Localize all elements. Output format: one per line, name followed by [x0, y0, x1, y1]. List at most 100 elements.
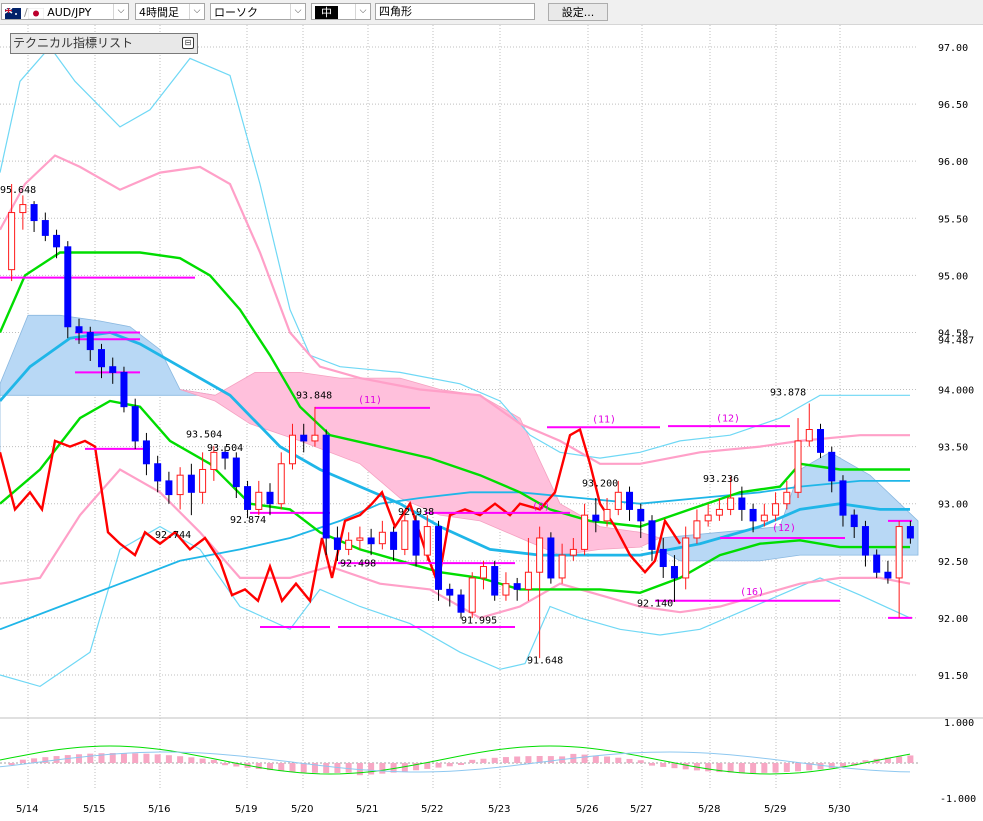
bear-candle — [491, 560, 499, 601]
candle-body — [109, 366, 117, 373]
candle-body — [536, 537, 544, 573]
candle-body — [457, 594, 465, 613]
histogram-bar — [660, 763, 667, 767]
date-tick-label: 5/30 — [828, 804, 850, 815]
candle-body — [491, 566, 499, 596]
candle-body — [288, 434, 296, 465]
candle-body — [738, 497, 746, 510]
bear-candle — [64, 241, 72, 339]
histogram-bar — [772, 763, 779, 773]
histogram-bar — [143, 753, 150, 763]
price-tick-label: 97.00 — [938, 43, 968, 54]
price-annotation: 95.648 — [0, 185, 36, 196]
candle-body — [794, 440, 802, 493]
price-tick-label: 95.00 — [938, 271, 968, 282]
candle-body — [670, 566, 678, 579]
candlestick-chart[interactable]: 95.648 93.504 93.504 92.744 92.874 93.848 92.4… — [0, 25, 983, 821]
histogram-bar — [896, 756, 903, 763]
candle-body — [390, 531, 398, 550]
price-tick-label: 91.50 — [938, 671, 968, 682]
technical-indicator-list[interactable]: テクニカル指標リスト ⊟ — [10, 33, 198, 54]
candle-body — [367, 537, 375, 545]
timeframe-select[interactable]: 4時間足 ⌵ — [135, 3, 205, 20]
size-label: 中 — [315, 6, 338, 19]
bar-count-label: (16) — [740, 587, 764, 598]
histogram-bar — [76, 754, 83, 763]
price-tick-label: 93.50 — [938, 443, 968, 454]
settings-button[interactable]: 設定... — [548, 3, 608, 21]
candle-body — [345, 539, 353, 550]
date-tick-label: 5/15 — [83, 804, 105, 815]
date-tick-label: 5/28 — [698, 804, 720, 815]
price-annotation: 91.648 — [527, 656, 563, 667]
candle-body — [873, 554, 881, 573]
chevron-down-icon[interactable]: ⌵ — [355, 4, 370, 19]
candle-body — [401, 520, 409, 550]
candle-body — [142, 440, 150, 465]
timeframe-label: 4時間足 — [139, 6, 179, 19]
candle-body — [659, 548, 667, 568]
candle-body — [64, 246, 72, 328]
candle-body — [232, 457, 240, 488]
candle-body — [581, 514, 589, 550]
symbol-select[interactable]: / AUD/JPY ⌵ — [1, 3, 129, 20]
histogram-bar — [368, 763, 375, 775]
price-annotation: 93.236 — [703, 474, 739, 485]
candle-body — [187, 474, 195, 493]
histogram-bar — [469, 759, 476, 763]
histogram-bar — [615, 757, 622, 763]
shape-field[interactable]: 四角形 — [375, 3, 535, 20]
histogram-bar — [547, 756, 554, 763]
candle-body — [760, 514, 768, 522]
price-tick-label: 94.000 — [938, 386, 974, 397]
candle-body — [165, 480, 173, 496]
chart-type-select[interactable]: ローソク ⌵ — [210, 3, 306, 20]
candle-body — [715, 508, 723, 516]
histogram-bar — [795, 763, 802, 772]
bar-count-label: (8) — [532, 501, 550, 512]
date-tick-label: 5/29 — [764, 804, 786, 815]
histogram-bar — [120, 753, 127, 763]
candle-body — [446, 588, 454, 596]
candle-body — [53, 234, 61, 248]
chevron-down-icon[interactable]: ⌵ — [189, 4, 204, 19]
histogram-bar — [592, 755, 599, 763]
candle-body — [558, 554, 566, 579]
histogram-bar — [491, 757, 498, 763]
histogram-bar — [19, 759, 26, 763]
price-tick-label: 92.50 — [938, 557, 968, 568]
price-tick-label: 92.00 — [938, 614, 968, 625]
histogram-bar — [289, 763, 296, 772]
candle-body — [592, 514, 600, 522]
current-price-label: 94.487 — [938, 335, 974, 346]
size-select[interactable]: 中 ⌵ — [311, 3, 371, 20]
candle-body — [468, 577, 476, 613]
candle-body — [772, 503, 780, 516]
histogram-bar — [783, 763, 790, 773]
bar-count-label: (11) — [358, 395, 382, 406]
price-annotation: 92.874 — [230, 515, 266, 526]
indicator-list-title: テクニカル指標リスト — [13, 36, 134, 50]
candle-body — [693, 520, 701, 539]
price-annotation: 93.504 — [186, 430, 222, 441]
histogram-bar — [199, 758, 206, 763]
price-annotation: 91.995 — [461, 616, 497, 627]
candle-body — [86, 331, 94, 351]
chevron-down-icon[interactable]: ⌵ — [113, 4, 128, 19]
candle-body — [479, 566, 487, 579]
histogram-bar — [907, 755, 914, 763]
histogram-bar — [525, 756, 532, 763]
price-annotation: 93.200 — [582, 479, 618, 490]
histogram-bar — [345, 763, 352, 773]
candle-body — [682, 537, 690, 579]
candle-body — [502, 583, 510, 596]
chevron-down-icon[interactable]: ⌵ — [290, 4, 305, 19]
minimize-icon[interactable]: ⊟ — [182, 37, 194, 49]
bar-count-label: (12) — [772, 523, 796, 534]
histogram-bar — [132, 753, 139, 763]
candle-body — [131, 406, 139, 442]
candle-body — [783, 491, 791, 505]
candle-body — [817, 429, 825, 453]
price-annotation: 92.498 — [340, 559, 376, 570]
histogram-bar — [604, 756, 611, 763]
